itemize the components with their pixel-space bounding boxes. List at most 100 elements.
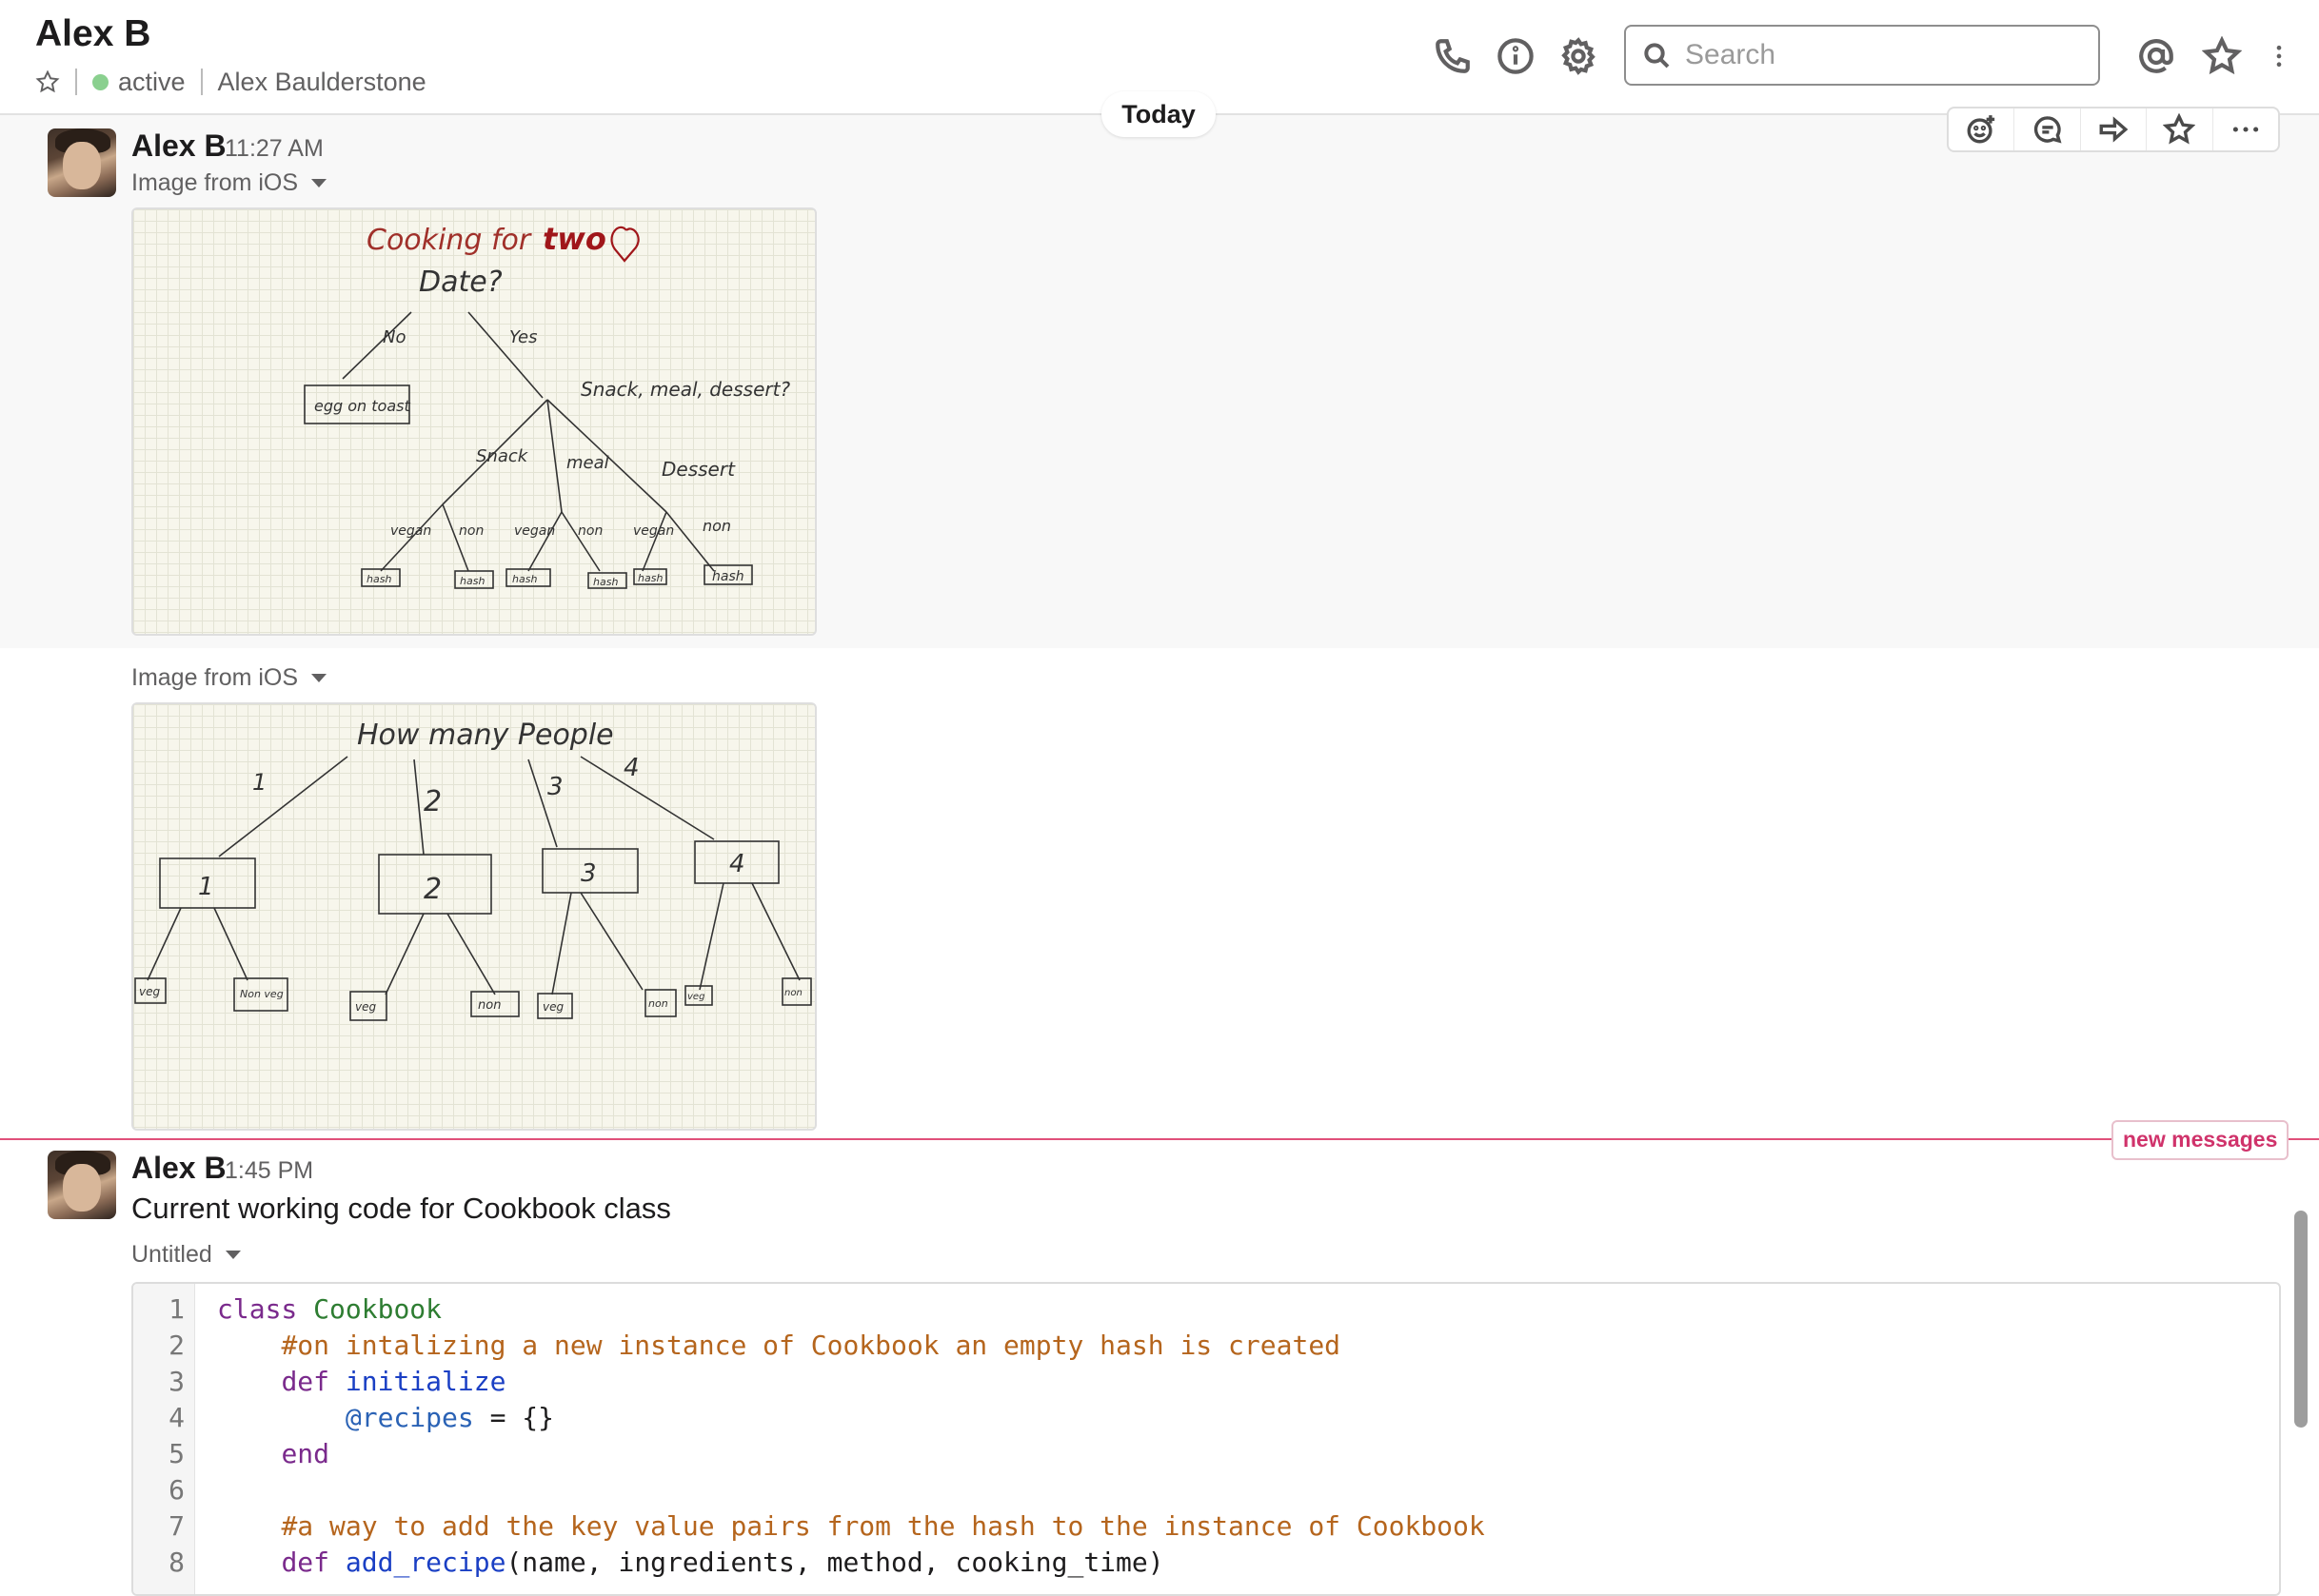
message-timestamp[interactable]: 11:27 AM bbox=[225, 135, 324, 163]
branch-label: vegan bbox=[514, 523, 555, 539]
line-number: 3 bbox=[168, 1366, 185, 1397]
image-attachment[interactable]: Cooking for two Date? No Yes egg on toas… bbox=[131, 207, 817, 636]
code-token: class bbox=[217, 1293, 314, 1325]
branch-line bbox=[467, 311, 544, 399]
phone-icon[interactable] bbox=[1433, 36, 1473, 76]
leaf-label: Non veg bbox=[240, 988, 284, 1000]
node-label: 1 bbox=[198, 873, 214, 901]
image-attachment[interactable]: How many People 1 2 3 4 1 2 3 4 veg Non … bbox=[131, 702, 817, 1131]
add-reaction-icon[interactable] bbox=[1949, 108, 2015, 150]
code-token: Cookbook bbox=[313, 1293, 443, 1325]
message-timestamp[interactable]: 1:45 PM bbox=[225, 1157, 313, 1185]
branch-label: non bbox=[703, 517, 731, 535]
sketch-title: Cooking for bbox=[367, 224, 532, 257]
leaf-label: non bbox=[648, 997, 668, 1010]
line-number: 1 bbox=[168, 1293, 185, 1325]
search-box[interactable] bbox=[1624, 25, 2100, 86]
line-number: 6 bbox=[168, 1474, 185, 1506]
user-full-name[interactable]: Alex Baulderstone bbox=[218, 68, 426, 97]
star-icon[interactable] bbox=[2201, 35, 2243, 76]
separator bbox=[75, 69, 77, 95]
more-vertical-icon[interactable] bbox=[2266, 36, 2292, 76]
branch-line bbox=[546, 399, 563, 513]
branch-label: Yes bbox=[509, 327, 537, 347]
leaf-label: non bbox=[784, 988, 803, 998]
branch-label: 2 bbox=[424, 785, 442, 818]
code-token: end bbox=[281, 1438, 330, 1469]
star-icon[interactable] bbox=[35, 69, 60, 94]
branch-label: 4 bbox=[624, 754, 640, 782]
branch-label: Snack bbox=[476, 446, 529, 466]
code-token: #a way to add the key value pairs from t… bbox=[281, 1510, 1485, 1542]
branch-label: vegan bbox=[633, 523, 674, 539]
branch-label: non bbox=[459, 523, 484, 539]
code-line: 7 #a way to add the key value pairs from… bbox=[133, 1508, 2279, 1545]
separator bbox=[200, 69, 203, 95]
code-line: 6 bbox=[133, 1472, 2279, 1508]
avatar[interactable] bbox=[48, 1151, 116, 1219]
avatar-face bbox=[63, 1164, 101, 1212]
avatar[interactable] bbox=[48, 128, 116, 197]
branch-label: non bbox=[578, 523, 603, 539]
code-text: end bbox=[217, 1436, 329, 1472]
caret-down-icon[interactable] bbox=[225, 1251, 241, 1259]
code-snippet[interactable]: 1 class Cookbook 2 #on intalizing a new in… bbox=[131, 1282, 2281, 1596]
code-token: #on intalizing a new instance of Cookboo… bbox=[281, 1330, 1341, 1361]
file-label[interactable]: Image from iOS bbox=[131, 664, 327, 692]
caret-down-icon[interactable] bbox=[311, 674, 327, 682]
gear-icon[interactable] bbox=[1558, 36, 1598, 76]
line-number: 7 bbox=[168, 1510, 185, 1542]
code-text: class Cookbook bbox=[217, 1291, 442, 1328]
scrollbar-thumb[interactable] bbox=[2294, 1211, 2308, 1428]
leaf-label: hash bbox=[638, 572, 663, 584]
sketch-question: Snack, meal, dessert? bbox=[581, 378, 790, 401]
info-icon[interactable] bbox=[1496, 36, 1536, 76]
branch-label: vegan bbox=[390, 523, 431, 539]
caret-down-icon[interactable] bbox=[311, 179, 327, 187]
more-horizontal-icon[interactable] bbox=[2213, 108, 2278, 150]
line-number: 5 bbox=[168, 1438, 185, 1469]
star-icon[interactable] bbox=[2147, 108, 2213, 150]
channel-title[interactable]: Alex B bbox=[35, 13, 150, 55]
code-token: def bbox=[281, 1366, 346, 1397]
file-label[interactable]: Image from iOS bbox=[131, 169, 327, 197]
branch-line bbox=[218, 756, 348, 857]
branch-line bbox=[580, 756, 715, 840]
branch-label: Dessert bbox=[662, 458, 736, 481]
file-title: Image from iOS bbox=[131, 664, 299, 691]
code-token: add_recipe bbox=[345, 1547, 506, 1578]
leaf-label: veg bbox=[139, 985, 160, 998]
code-line: 1 class Cookbook bbox=[133, 1291, 2279, 1328]
message-sender[interactable]: Alex B bbox=[131, 128, 227, 164]
code-line: 8 def add_recipe(name, ingredients, meth… bbox=[133, 1545, 2279, 1581]
leaf-label: veg bbox=[543, 1000, 564, 1014]
code-line: 2 #on intalizing a new instance of Cookb… bbox=[133, 1328, 2279, 1364]
code-text: @recipes = {} bbox=[217, 1400, 554, 1436]
sketch-title-two: two bbox=[543, 221, 606, 257]
new-messages-label[interactable]: new messages bbox=[2111, 1120, 2289, 1160]
share-icon[interactable] bbox=[2081, 108, 2148, 150]
branch-label: No bbox=[383, 327, 406, 347]
at-icon[interactable] bbox=[2136, 36, 2176, 76]
message-sender[interactable]: Alex B bbox=[131, 1151, 227, 1186]
new-messages-divider bbox=[0, 1138, 2319, 1140]
branch-label: meal bbox=[566, 453, 609, 473]
code-text: #a way to add the key value pairs from t… bbox=[217, 1508, 1485, 1545]
code-token: (name, ingredients, method, cooking_time… bbox=[505, 1547, 1164, 1578]
node-label: 3 bbox=[581, 859, 597, 888]
reply-thread-icon[interactable] bbox=[2014, 108, 2081, 150]
code-line: 3 def initialize bbox=[133, 1364, 2279, 1400]
code-token: def bbox=[281, 1547, 346, 1578]
heart-doodle-icon bbox=[610, 226, 640, 263]
snippet-label[interactable]: Untitled bbox=[131, 1241, 241, 1269]
search-input[interactable] bbox=[1683, 38, 2087, 72]
channel-meta: active Alex Baulderstone bbox=[35, 63, 426, 101]
snippet-title: Untitled bbox=[131, 1241, 212, 1268]
code-line: 4 @recipes = {} bbox=[133, 1400, 2279, 1436]
day-divider[interactable]: Today bbox=[1101, 91, 1216, 137]
